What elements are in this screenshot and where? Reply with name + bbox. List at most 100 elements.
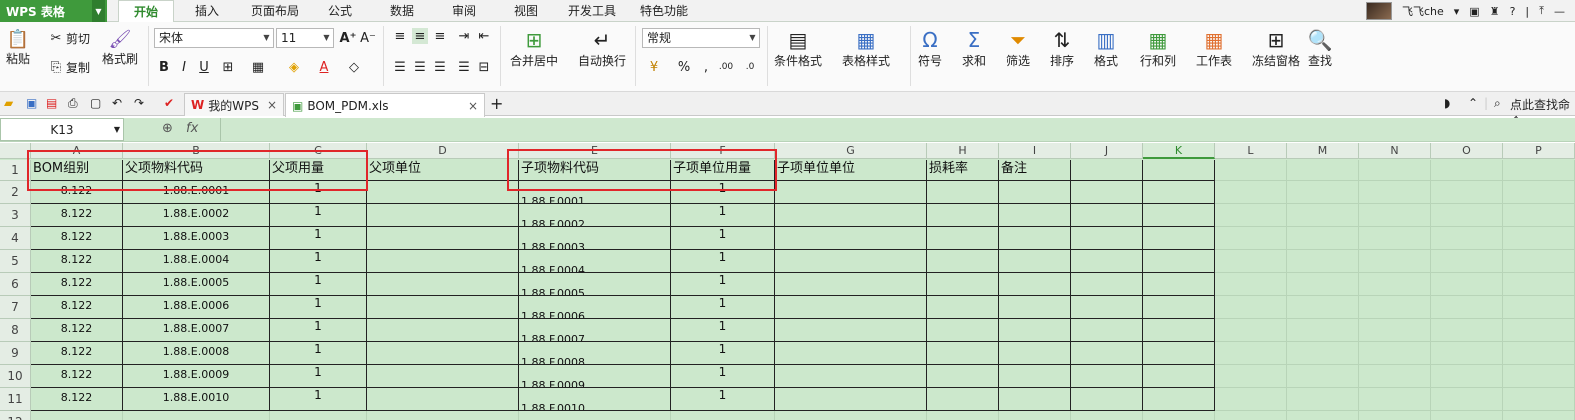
expand-icon[interactable]: ⌃ <box>1468 96 1478 110</box>
parent-qty-cell[interactable]: 1 <box>270 227 367 250</box>
percent-icon[interactable]: % <box>676 59 692 75</box>
close-icon[interactable]: × <box>267 98 277 112</box>
bom-group-cell[interactable]: 8.122 <box>31 227 123 250</box>
data-cell[interactable] <box>775 319 927 342</box>
data-cell[interactable] <box>999 273 1071 296</box>
row-header-10[interactable]: 10 <box>0 365 31 388</box>
column-header-k[interactable]: K <box>1143 143 1215 159</box>
font-color-icon[interactable]: A <box>316 59 332 75</box>
preview-icon[interactable]: ▢ <box>90 96 101 110</box>
wps-logo-button[interactable]: WPS 表格 ▼ <box>0 0 107 22</box>
align-bottom-icon[interactable]: ≡ <box>432 28 448 44</box>
parent-code-cell[interactable]: 1.88.E.0003 <box>123 227 270 250</box>
column-header-j[interactable]: J <box>1071 143 1143 159</box>
column-header-o[interactable]: O <box>1431 143 1503 159</box>
open-folder-icon[interactable]: ▰ <box>4 96 13 110</box>
grid-cell[interactable] <box>1287 296 1359 319</box>
column-header-a[interactable]: A <box>31 143 123 159</box>
parent-qty-cell[interactable]: 1 <box>270 250 367 273</box>
data-cell[interactable] <box>1071 181 1143 204</box>
grid-cell[interactable] <box>1431 388 1503 411</box>
data-cell[interactable] <box>367 181 519 204</box>
data-cell[interactable] <box>999 227 1071 250</box>
grid-cell[interactable] <box>1431 296 1503 319</box>
parent-qty-cell[interactable]: 1 <box>270 273 367 296</box>
grid-cell[interactable] <box>1215 319 1287 342</box>
child-code-cell[interactable]: 1.88.F.0003 <box>519 227 671 250</box>
fill-color-icon[interactable]: ◈ <box>286 59 302 75</box>
header-cell[interactable] <box>1143 160 1215 181</box>
grid-cell[interactable] <box>123 411 270 420</box>
header-cell[interactable]: 父项用量 <box>270 160 367 181</box>
grid-cell[interactable] <box>1215 388 1287 411</box>
tab-special[interactable]: 特色功能 <box>632 0 696 22</box>
child-code-cell[interactable]: 1.88.F.0004 <box>519 250 671 273</box>
justify-icon[interactable]: ☰ <box>456 59 472 75</box>
spreadsheet-grid[interactable]: ABCDEFGHIJKLMNOP123456789101112BOM组别父项物料… <box>0 143 1575 420</box>
data-cell[interactable] <box>367 227 519 250</box>
parent-qty-cell[interactable]: 1 <box>270 181 367 204</box>
grid-cell[interactable] <box>1359 250 1431 273</box>
data-cell[interactable] <box>775 342 927 365</box>
grid-cell[interactable] <box>31 411 123 420</box>
tab-formulas[interactable]: 公式 <box>318 0 362 22</box>
data-cell[interactable] <box>999 388 1071 411</box>
sort-button[interactable]: ⇅ 排序 <box>1050 28 1074 69</box>
child-code-cell[interactable]: 1.88.F.0001 <box>519 181 671 204</box>
bom-group-cell[interactable]: 8.122 <box>31 342 123 365</box>
tab-my-wps[interactable]: W 我的WPS × <box>184 93 284 116</box>
data-cell[interactable] <box>999 204 1071 227</box>
grid-cell[interactable] <box>1359 227 1431 250</box>
data-cell[interactable] <box>775 227 927 250</box>
data-cell[interactable] <box>1143 296 1215 319</box>
column-header-b[interactable]: B <box>123 143 270 159</box>
row-header-3[interactable]: 3 <box>0 204 31 227</box>
data-cell[interactable] <box>1071 204 1143 227</box>
child-qty-cell[interactable]: 1 <box>671 273 775 296</box>
name-box[interactable]: K13 ▼ <box>0 118 124 141</box>
close-icon[interactable]: × <box>468 99 478 113</box>
data-cell[interactable] <box>367 319 519 342</box>
data-cell[interactable] <box>367 388 519 411</box>
bom-group-cell[interactable]: 8.122 <box>31 273 123 296</box>
data-cell[interactable] <box>367 250 519 273</box>
help-icon[interactable]: ? <box>1510 5 1516 18</box>
underline-button[interactable]: U <box>196 59 212 75</box>
filter-button[interactable]: ⏷ 筛选 <box>1006 28 1030 69</box>
data-cell[interactable] <box>1143 273 1215 296</box>
new-tab-icon[interactable]: + <box>490 94 503 113</box>
decrease-font-icon[interactable]: A⁻ <box>360 30 376 46</box>
chevron-down-icon[interactable]: ▼ <box>92 0 105 22</box>
tab-review[interactable]: 审阅 <box>442 0 486 22</box>
grid-cell[interactable] <box>1503 296 1575 319</box>
parent-qty-cell[interactable]: 1 <box>270 342 367 365</box>
child-code-cell[interactable]: 1.88.F.0007 <box>519 319 671 342</box>
grid-cell[interactable] <box>1215 411 1287 420</box>
data-cell[interactable] <box>1071 250 1143 273</box>
data-cell[interactable] <box>1071 273 1143 296</box>
grid-cell[interactable] <box>1143 411 1215 420</box>
header-cell[interactable]: 子项单位单位 <box>775 160 927 181</box>
grid-cell[interactable] <box>1215 296 1287 319</box>
header-cell[interactable]: BOM组别 <box>31 160 123 181</box>
grid-cell[interactable] <box>1287 411 1359 420</box>
parent-code-cell[interactable]: 1.88.E.0005 <box>123 273 270 296</box>
header-cell[interactable]: 损耗率 <box>927 160 999 181</box>
header-cell[interactable]: 备注 <box>999 160 1071 181</box>
grid-cell[interactable] <box>1431 204 1503 227</box>
cloud-icon[interactable]: ◗ <box>1444 96 1450 110</box>
grid-cell[interactable] <box>367 411 519 420</box>
grid-cell[interactable] <box>1359 365 1431 388</box>
data-cell[interactable] <box>927 365 999 388</box>
data-cell[interactable] <box>775 296 927 319</box>
grid-cell[interactable] <box>1503 227 1575 250</box>
grid-cell[interactable] <box>999 411 1071 420</box>
skin-icon[interactable]: ▣ <box>1469 5 1479 18</box>
data-cell[interactable] <box>1071 365 1143 388</box>
data-cell[interactable] <box>1143 181 1215 204</box>
child-code-cell[interactable]: 1.88.F.0005 <box>519 273 671 296</box>
minimize-icon[interactable]: — <box>1554 5 1565 18</box>
data-cell[interactable] <box>927 204 999 227</box>
grid-cell[interactable] <box>1431 319 1503 342</box>
data-cell[interactable] <box>775 388 927 411</box>
